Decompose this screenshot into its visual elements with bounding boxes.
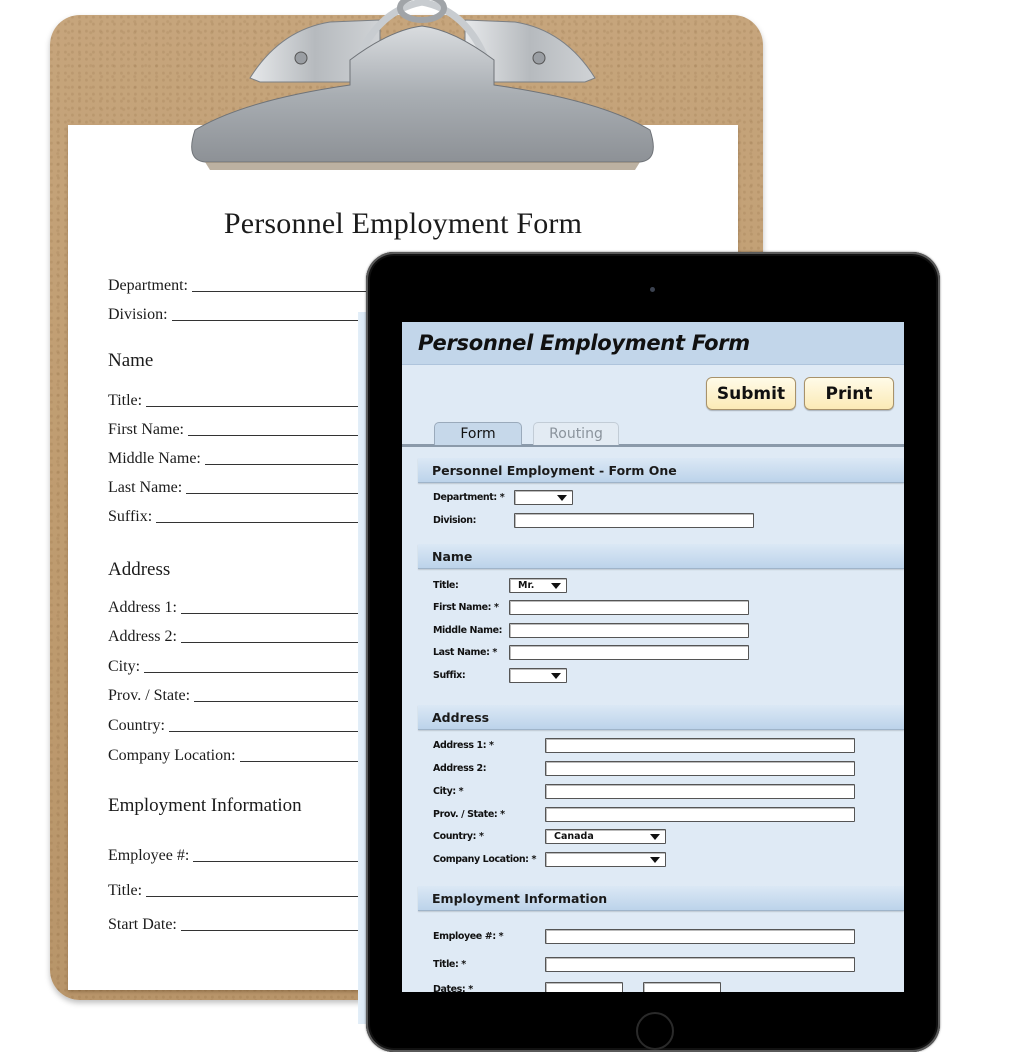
division-input[interactable]: [514, 513, 754, 528]
emp-title-label: Title: *: [433, 959, 466, 970]
end-date-input[interactable]: [643, 982, 721, 992]
city-label: City: *: [433, 786, 464, 797]
department-select[interactable]: [514, 490, 573, 505]
chevron-down-icon: [650, 834, 660, 840]
start-date-input[interactable]: [545, 982, 623, 992]
address1-input[interactable]: [545, 738, 855, 753]
suffix-select[interactable]: [509, 668, 567, 683]
middle-name-label: Middle Name:: [433, 625, 503, 636]
last-name-label: Last Name: *: [433, 647, 497, 658]
division-label: Division:: [433, 515, 476, 526]
camera-icon: [650, 287, 655, 292]
employee-number-input[interactable]: [545, 929, 855, 944]
last-name-input[interactable]: [509, 645, 749, 660]
toolbar: Submit Print: [706, 377, 894, 410]
paper-heading-name: Name: [108, 350, 154, 371]
first-name-label: First Name: *: [433, 602, 499, 613]
tablet-screen: Personnel Employment Form Submit Print F…: [402, 322, 904, 992]
middle-name-input[interactable]: [509, 623, 749, 638]
department-label: Department: *: [433, 492, 505, 503]
address2-input[interactable]: [545, 761, 855, 776]
section-header-employment[interactable]: Employment Information: [418, 886, 904, 911]
title-label: Title:: [433, 580, 459, 591]
app-header: Personnel Employment Form: [402, 322, 904, 365]
company-location-label: Company Location: *: [433, 854, 537, 865]
tab-bar: Form Routing: [402, 420, 904, 447]
prov-state-label: Prov. / State: *: [433, 809, 505, 820]
first-name-input[interactable]: [509, 600, 749, 615]
app-title: Personnel Employment Form: [418, 331, 750, 355]
section-header-address[interactable]: Address: [418, 705, 904, 730]
home-button[interactable]: [636, 1012, 674, 1050]
clipboard-clip: [191, 0, 654, 170]
employee-number-label: Employee #: *: [433, 931, 504, 942]
tab-routing[interactable]: Routing: [533, 422, 619, 445]
suffix-label: Suffix:: [433, 670, 466, 681]
chevron-down-icon: [557, 495, 567, 501]
paper-heading-employment: Employment Information: [108, 795, 302, 816]
tablet-device: Personnel Employment Form Submit Print F…: [366, 252, 940, 1052]
title-select[interactable]: Mr.: [509, 578, 567, 593]
company-location-select[interactable]: [545, 852, 666, 867]
emp-title-input[interactable]: [545, 957, 855, 972]
paper-form-title: Personnel Employment Form: [223, 207, 583, 240]
dates-label: Dates: *: [433, 984, 473, 992]
chevron-down-icon: [551, 583, 561, 589]
chevron-down-icon: [551, 673, 561, 679]
submit-button[interactable]: Submit: [706, 377, 796, 410]
city-input[interactable]: [545, 784, 855, 799]
section-header-form-one[interactable]: Personnel Employment - Form One: [418, 458, 904, 483]
address2-label: Address 2:: [433, 763, 487, 774]
section-header-name[interactable]: Name: [418, 544, 904, 569]
address1-label: Address 1: *: [433, 740, 494, 751]
prov-state-input[interactable]: [545, 807, 855, 822]
print-button[interactable]: Print: [804, 377, 894, 410]
paper-heading-address: Address: [108, 559, 171, 580]
country-select[interactable]: Canada: [545, 829, 666, 844]
tab-form[interactable]: Form: [434, 422, 522, 445]
country-label: Country: *: [433, 831, 484, 842]
chevron-down-icon: [650, 857, 660, 863]
